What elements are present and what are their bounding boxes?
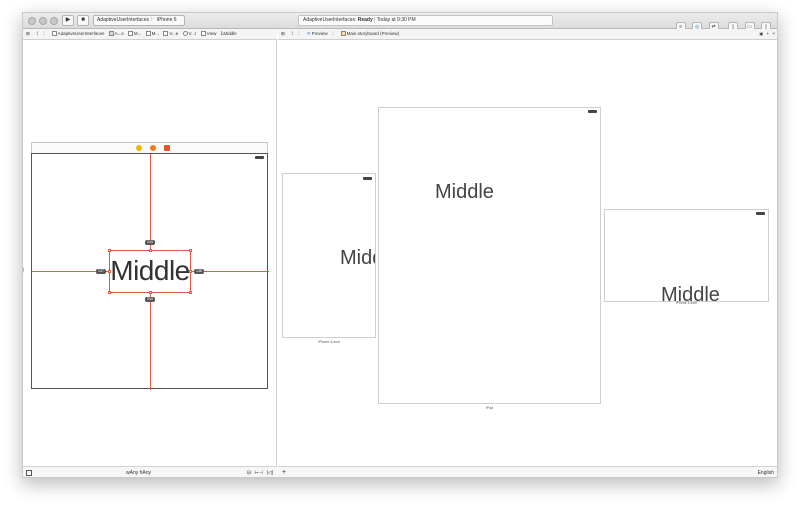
leading-constraint-badge[interactable]: 137 <box>96 269 106 274</box>
bottom-constraint-badge[interactable]: 244 <box>145 297 155 302</box>
preview-iphone-portrait[interactable]: Middle <box>282 173 376 338</box>
view-controller-icon <box>182 31 188 36</box>
top-constraint-line[interactable] <box>150 154 151 250</box>
preview-label: Middle <box>340 247 375 269</box>
storyboard-icon <box>145 31 151 36</box>
jump-item-scene[interactable]: V...e <box>163 29 178 39</box>
toolbar: ▶ ■ AdaptiveUserInterfaces 〉 iPhone 6 Ad… <box>23 13 777 32</box>
resize-handle[interactable] <box>149 291 152 294</box>
resize-handle[interactable] <box>108 291 111 294</box>
status-state: Ready <box>357 17 373 23</box>
close-window-button[interactable] <box>28 17 36 25</box>
left-jump-bar: ⊞ 〈 〉 AdaptiveUserInterfaces A...s M... … <box>23 29 277 40</box>
battery-icon <box>363 177 372 180</box>
view-icon <box>200 31 206 36</box>
stop-button[interactable]: ■ <box>77 15 89 26</box>
jump-item-project[interactable]: AdaptiveUserInterfaces <box>51 29 104 39</box>
related-items-icon[interactable]: ⊞ <box>26 29 30 39</box>
middle-label[interactable]: Middle <box>108 249 192 294</box>
preview-caption: iPhone 4-inch <box>318 340 340 344</box>
battery-icon <box>588 110 597 113</box>
related-items-icon[interactable]: ⊞ <box>281 29 285 39</box>
lock-icon[interactable]: ▣ <box>759 31 763 36</box>
back-icon[interactable]: 〈 <box>34 29 39 39</box>
close-editor-icon[interactable]: × <box>772 31 775 36</box>
scheme-selector[interactable]: AdaptiveUserInterfaces 〉 iPhone 6 <box>93 15 185 26</box>
scheme-target: AdaptiveUserInterfaces <box>97 17 149 23</box>
resize-handle[interactable] <box>189 291 192 294</box>
resolve-icon[interactable]: |◁| <box>267 470 273 476</box>
preview-iphone-landscape[interactable]: Middle <box>604 209 769 302</box>
scene-view[interactable]: 244 137 138 244 Middle <box>31 153 269 390</box>
trailing-constraint-badge[interactable]: 138 <box>194 269 204 274</box>
preview-label: Middle <box>435 181 494 203</box>
resize-handle[interactable] <box>108 270 111 273</box>
forward-icon[interactable]: 〉 <box>298 29 303 39</box>
jump-item-storyboard-base[interactable]: M... <box>145 29 159 39</box>
jump-item-view[interactable]: View <box>200 29 216 39</box>
pin-icon[interactable]: ⊢⊣ <box>254 470 263 476</box>
folder-icon <box>108 31 114 36</box>
top-constraint-badge[interactable]: 244 <box>145 240 155 245</box>
resize-handle[interactable] <box>108 249 111 252</box>
preview-icon: ⟲ <box>306 31 311 36</box>
jump-item-storyboard[interactable]: M... <box>127 29 141 39</box>
size-class-control[interactable]: wAny hAny <box>126 467 151 477</box>
initial-view-controller-arrow-icon: ⟩ <box>23 266 25 276</box>
back-icon[interactable]: 〈 <box>289 29 294 39</box>
right-bottom-bar: + English <box>278 466 777 477</box>
storyboard-icon <box>340 31 346 36</box>
status-project: AdaptiveUserInterfaces: <box>303 17 357 23</box>
xcode-window: ▶ ■ AdaptiveUserInterfaces 〉 iPhone 6 Ad… <box>22 12 778 478</box>
preview-label: Middle <box>661 284 720 302</box>
jump-item-label[interactable]: LMiddle <box>221 29 237 39</box>
preview-canvas[interactable]: Middle iPhone 4-inch Middle iPad Middle … <box>278 40 777 466</box>
view-tools: ≡ ◎ ⇄ ▯ ▭ ▯ <box>674 15 771 32</box>
minimize-window-button[interactable] <box>39 17 47 25</box>
preview-ipad[interactable]: Middle <box>378 107 601 404</box>
first-responder-icon[interactable] <box>150 145 156 151</box>
jump-item-folder[interactable]: A...s <box>108 29 124 39</box>
activity-status: AdaptiveUserInterfaces: Ready | Today at… <box>298 15 553 26</box>
battery-icon <box>756 212 765 215</box>
zoom-window-button[interactable] <box>50 17 58 25</box>
preview-caption: iPhone 4-inch <box>675 301 698 305</box>
storyboard-icon <box>127 31 133 36</box>
run-button[interactable]: ▶ <box>62 15 74 26</box>
scheme-device: iPhone 6 <box>156 17 177 23</box>
preview-caption: iPad <box>485 406 493 410</box>
status-time: Today at 9:30 PM <box>376 17 416 23</box>
resize-handle[interactable] <box>149 249 152 252</box>
document-outline-icon[interactable] <box>26 470 32 476</box>
scene-icon <box>163 31 169 36</box>
play-icon: ▶ <box>65 17 71 23</box>
left-bottom-bar: wAny hAny ⊟ ⊢⊣ |◁| <box>23 466 277 477</box>
preview-file-item[interactable]: Main.storyboard (Preview) <box>340 29 399 39</box>
bottom-constraint-line[interactable] <box>150 293 151 390</box>
stop-icon: ■ <box>81 17 85 23</box>
exit-icon[interactable] <box>164 145 170 151</box>
jump-item-controller[interactable]: V...r <box>182 29 196 39</box>
layout-tools: ⊟ ⊢⊣ |◁| <box>247 467 273 477</box>
resize-handle[interactable] <box>189 270 192 273</box>
add-preview-icon[interactable]: + <box>766 31 769 36</box>
scene-dock <box>31 142 268 153</box>
middle-label-text: Middle <box>110 255 190 286</box>
forward-icon[interactable]: 〉 <box>43 29 48 39</box>
storyboard-canvas[interactable]: ⟩ 244 137 138 244 Middle <box>23 40 277 466</box>
preview-mode-item[interactable]: ⟲ Preview <box>307 29 328 39</box>
align-icon[interactable]: ⊟ <box>247 470 251 476</box>
jump-bar-right-tools: ▣ + × <box>759 29 775 39</box>
add-preview-button[interactable]: + <box>282 467 286 477</box>
language-selector[interactable]: English <box>758 467 774 477</box>
resize-handle[interactable] <box>189 249 192 252</box>
file-icon <box>51 31 57 36</box>
view-controller-icon[interactable] <box>136 145 142 151</box>
battery-icon <box>255 156 264 159</box>
right-jump-bar: ⊞ 〈 〉 ⟲ Preview 〉 Main.storyboard (Previ… <box>278 29 777 40</box>
